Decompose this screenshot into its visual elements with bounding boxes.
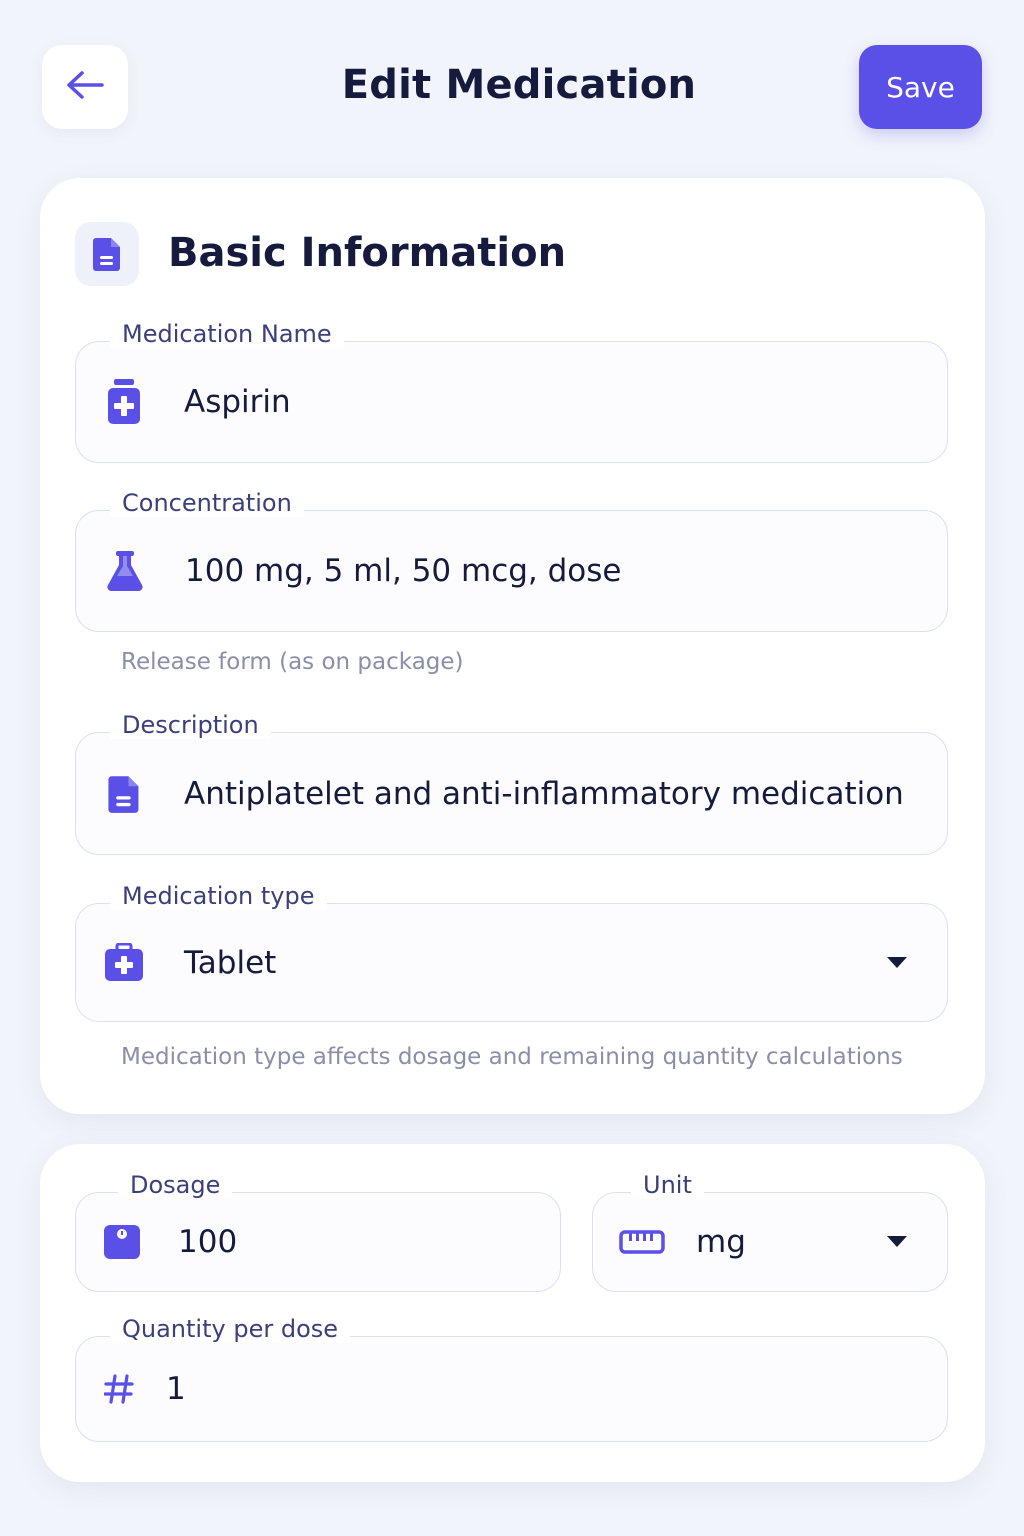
dosage-card: Dosage 100 Unit mg Quantity per dose 1	[40, 1144, 985, 1482]
document-icon	[107, 774, 141, 814]
medication-type-label: Medication type	[110, 882, 327, 910]
flask-icon	[106, 551, 144, 591]
dosage-field[interactable]: Dosage 100	[75, 1171, 561, 1292]
medication-name-field[interactable]: Medication Name Aspirin	[75, 320, 948, 463]
scale-icon	[104, 1225, 140, 1259]
back-button[interactable]	[42, 45, 128, 129]
medication-name-label: Medication Name	[110, 320, 344, 348]
ruler-icon	[619, 1230, 665, 1254]
hash-icon	[104, 1374, 134, 1404]
save-button[interactable]: Save	[859, 45, 982, 129]
description-label: Description	[110, 711, 271, 739]
basic-information-card: Basic Information Medication Name Aspiri…	[40, 178, 985, 1114]
concentration-input[interactable]: 100 mg, 5 ml, 50 mcg, dose	[185, 553, 622, 589]
medication-name-input[interactable]: Aspirin	[184, 384, 291, 420]
medication-type-select[interactable]: Medication type Tablet	[75, 882, 948, 1022]
edit-medication-screen: Edit Medication Save Basic Information M…	[0, 0, 1024, 1536]
page-title: Edit Medication	[341, 62, 697, 108]
arrow-left-icon	[64, 69, 106, 105]
description-input[interactable]: Antiplatelet and anti-inflammatory medic…	[184, 776, 904, 812]
document-icon	[75, 222, 139, 286]
description-field[interactable]: Description Antiplatelet and anti-inflam…	[75, 711, 948, 855]
chevron-down-icon	[887, 1236, 907, 1247]
dosage-label: Dosage	[118, 1171, 233, 1199]
medication-type-helper-text: Medication type affects dosage and remai…	[121, 1044, 903, 1070]
quantity-per-dose-input[interactable]: 1	[166, 1371, 186, 1407]
dosage-input[interactable]: 100	[178, 1224, 237, 1260]
quantity-per-dose-label: Quantity per dose	[110, 1315, 351, 1343]
concentration-field[interactable]: Concentration 100 mg, 5 ml, 50 mcg, dose	[75, 489, 948, 632]
medicine-bottle-icon	[106, 379, 142, 425]
quantity-per-dose-field[interactable]: Quantity per dose 1	[75, 1315, 948, 1442]
unit-select[interactable]: Unit mg	[592, 1171, 948, 1292]
unit-label: Unit	[631, 1171, 704, 1199]
unit-value: mg	[696, 1224, 746, 1260]
concentration-label: Concentration	[110, 489, 304, 517]
concentration-helper-text: Release form (as on package)	[121, 649, 464, 675]
medication-type-value: Tablet	[184, 944, 277, 981]
first-aid-kit-icon	[104, 942, 144, 983]
chevron-down-icon	[887, 956, 907, 968]
section-title: Basic Information	[168, 230, 567, 276]
